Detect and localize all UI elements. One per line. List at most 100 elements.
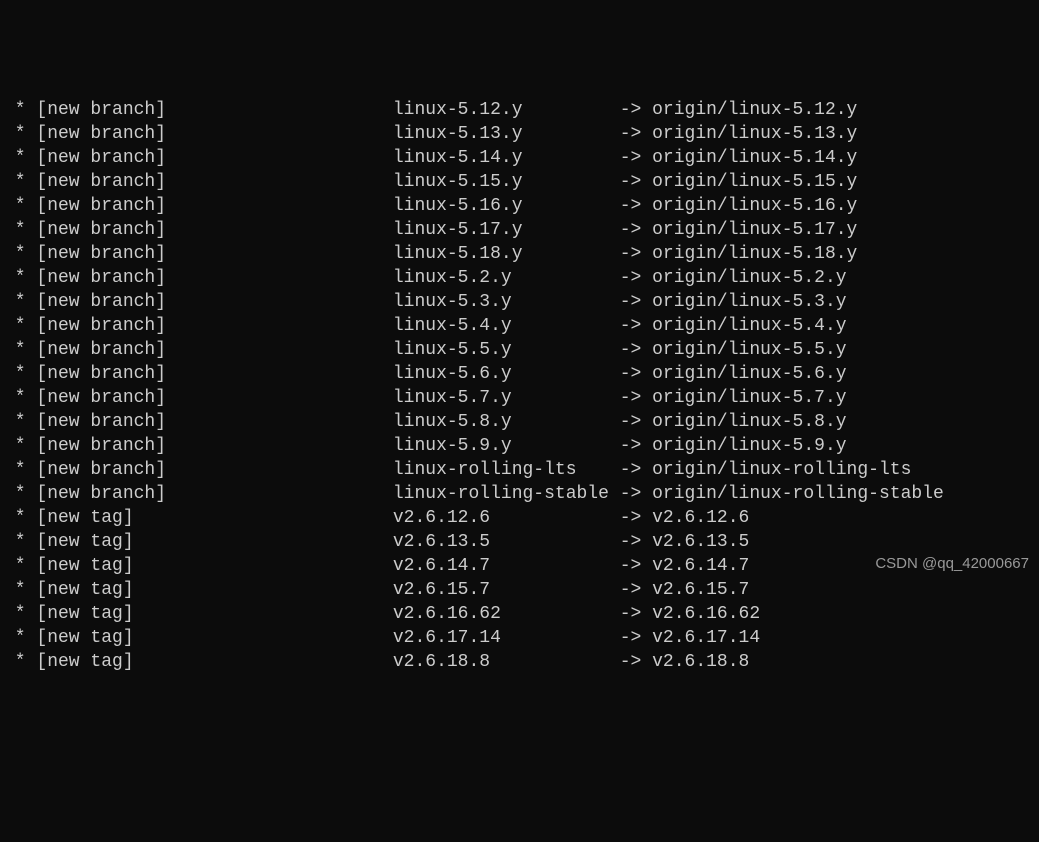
- arrow-icon: ->: [620, 460, 652, 480]
- arrow-icon: ->: [620, 532, 652, 552]
- output-line: * [new tag] v2.6.17.14 -> v2.6.17.14: [4, 626, 1035, 650]
- ref-name: linux-5.6.y: [393, 364, 620, 384]
- ref-name: v2.6.18.8: [393, 652, 620, 672]
- ref-dest: origin/linux-5.14.y: [652, 148, 857, 168]
- arrow-icon: ->: [620, 292, 652, 312]
- arrow-icon: ->: [620, 652, 652, 672]
- arrow-icon: ->: [620, 580, 652, 600]
- ref-dest: v2.6.12.6: [652, 508, 749, 528]
- ref-name: v2.6.17.14: [393, 628, 620, 648]
- ref-type: * [new tag]: [4, 628, 393, 648]
- ref-type: * [new tag]: [4, 508, 393, 528]
- ref-name: linux-5.7.y: [393, 388, 620, 408]
- output-line: * [new branch] linux-5.8.y -> origin/lin…: [4, 410, 1035, 434]
- ref-type: * [new tag]: [4, 556, 393, 576]
- output-line: * [new branch] linux-rolling-stable -> o…: [4, 482, 1035, 506]
- ref-name: linux-5.9.y: [393, 436, 620, 456]
- ref-dest: origin/linux-5.4.y: [652, 316, 846, 336]
- arrow-icon: ->: [620, 316, 652, 336]
- arrow-icon: ->: [620, 148, 652, 168]
- arrow-icon: ->: [620, 484, 652, 504]
- ref-dest: origin/linux-5.13.y: [652, 124, 857, 144]
- ref-name: linux-5.15.y: [393, 172, 620, 192]
- arrow-icon: ->: [620, 244, 652, 264]
- arrow-icon: ->: [620, 412, 652, 432]
- ref-dest: v2.6.14.7: [652, 556, 749, 576]
- ref-dest: v2.6.17.14: [652, 628, 760, 648]
- output-line: * [new branch] linux-5.6.y -> origin/lin…: [4, 362, 1035, 386]
- ref-name: v2.6.16.62: [393, 604, 620, 624]
- arrow-icon: ->: [620, 100, 652, 120]
- output-line: * [new tag] v2.6.18.8 -> v2.6.18.8: [4, 650, 1035, 674]
- ref-name: linux-5.2.y: [393, 268, 620, 288]
- ref-dest: origin/linux-5.3.y: [652, 292, 846, 312]
- ref-type: * [new branch]: [4, 196, 393, 216]
- ref-dest: origin/linux-5.17.y: [652, 220, 857, 240]
- ref-name: v2.6.15.7: [393, 580, 620, 600]
- ref-type: * [new tag]: [4, 652, 393, 672]
- output-line: * [new branch] linux-5.15.y -> origin/li…: [4, 170, 1035, 194]
- arrow-icon: ->: [620, 508, 652, 528]
- arrow-icon: ->: [620, 436, 652, 456]
- ref-type: * [new branch]: [4, 292, 393, 312]
- ref-type: * [new branch]: [4, 148, 393, 168]
- ref-type: * [new branch]: [4, 340, 393, 360]
- ref-dest: origin/linux-5.7.y: [652, 388, 846, 408]
- output-line: * [new tag] v2.6.13.5 -> v2.6.13.5: [4, 530, 1035, 554]
- ref-type: * [new branch]: [4, 436, 393, 456]
- ref-type: * [new branch]: [4, 316, 393, 336]
- ref-dest: origin/linux-rolling-stable: [652, 484, 944, 504]
- output-line: * [new branch] linux-5.18.y -> origin/li…: [4, 242, 1035, 266]
- ref-name: v2.6.13.5: [393, 532, 620, 552]
- ref-name: linux-5.16.y: [393, 196, 620, 216]
- ref-type: * [new branch]: [4, 388, 393, 408]
- output-line: * [new branch] linux-rolling-lts -> orig…: [4, 458, 1035, 482]
- arrow-icon: ->: [620, 268, 652, 288]
- ref-type: * [new branch]: [4, 220, 393, 240]
- ref-name: linux-rolling-lts: [393, 460, 620, 480]
- arrow-icon: ->: [620, 628, 652, 648]
- ref-name: linux-5.12.y: [393, 100, 620, 120]
- output-line: * [new branch] linux-5.17.y -> origin/li…: [4, 218, 1035, 242]
- arrow-icon: ->: [620, 124, 652, 144]
- arrow-icon: ->: [620, 556, 652, 576]
- terminal-output: * [new branch] linux-5.12.y -> origin/li…: [4, 98, 1035, 674]
- ref-dest: v2.6.13.5: [652, 532, 749, 552]
- ref-type: * [new branch]: [4, 484, 393, 504]
- ref-dest: v2.6.16.62: [652, 604, 760, 624]
- arrow-icon: ->: [620, 364, 652, 384]
- ref-type: * [new branch]: [4, 172, 393, 192]
- ref-dest: origin/linux-5.16.y: [652, 196, 857, 216]
- output-line: * [new tag] v2.6.16.62 -> v2.6.16.62: [4, 602, 1035, 626]
- ref-name: linux-5.3.y: [393, 292, 620, 312]
- ref-dest: origin/linux-5.15.y: [652, 172, 857, 192]
- ref-name: linux-rolling-stable: [393, 484, 620, 504]
- arrow-icon: ->: [620, 388, 652, 408]
- ref-type: * [new branch]: [4, 124, 393, 144]
- output-line: * [new branch] linux-5.3.y -> origin/lin…: [4, 290, 1035, 314]
- watermark-text: CSDN @qq_42000667: [875, 552, 1029, 576]
- ref-dest: origin/linux-5.2.y: [652, 268, 846, 288]
- ref-type: * [new tag]: [4, 580, 393, 600]
- ref-dest: origin/linux-rolling-lts: [652, 460, 911, 480]
- output-line: * [new branch] linux-5.16.y -> origin/li…: [4, 194, 1035, 218]
- ref-dest: origin/linux-5.8.y: [652, 412, 846, 432]
- ref-name: v2.6.12.6: [393, 508, 620, 528]
- ref-type: * [new branch]: [4, 364, 393, 384]
- arrow-icon: ->: [620, 196, 652, 216]
- output-line: * [new branch] linux-5.7.y -> origin/lin…: [4, 386, 1035, 410]
- output-line: * [new branch] linux-5.14.y -> origin/li…: [4, 146, 1035, 170]
- ref-type: * [new branch]: [4, 268, 393, 288]
- ref-type: * [new tag]: [4, 604, 393, 624]
- arrow-icon: ->: [620, 604, 652, 624]
- output-line: * [new tag] v2.6.12.6 -> v2.6.12.6: [4, 506, 1035, 530]
- ref-dest: v2.6.15.7: [652, 580, 749, 600]
- ref-dest: origin/linux-5.9.y: [652, 436, 846, 456]
- ref-name: linux-5.13.y: [393, 124, 620, 144]
- output-line: * [new branch] linux-5.5.y -> origin/lin…: [4, 338, 1035, 362]
- arrow-icon: ->: [620, 340, 652, 360]
- ref-name: linux-5.18.y: [393, 244, 620, 264]
- ref-name: linux-5.14.y: [393, 148, 620, 168]
- ref-dest: origin/linux-5.12.y: [652, 100, 857, 120]
- ref-name: linux-5.4.y: [393, 316, 620, 336]
